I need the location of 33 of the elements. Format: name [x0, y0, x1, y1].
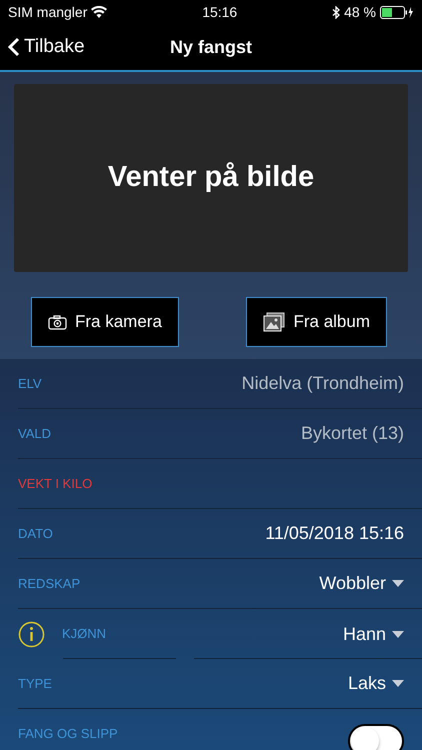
field-label: TYPE	[18, 674, 52, 693]
caret-icon	[392, 680, 404, 687]
clock-text: 15:16	[201, 2, 238, 22]
battery-text: 48 %	[344, 2, 376, 22]
field-value: Bykortet (13)	[300, 422, 404, 445]
photos-icon	[263, 312, 286, 332]
field-label: VALD	[18, 424, 51, 443]
dropdown-field[interactable]: Wobbler	[319, 570, 404, 597]
battery-icon	[380, 6, 414, 18]
field-label: KJØNN	[62, 625, 106, 644]
dropdown-field[interactable]: Hann	[342, 620, 404, 648]
placeholder-text: Venter på bilde	[108, 160, 314, 196]
toggle-switch[interactable]	[348, 724, 404, 750]
info-icon[interactable]	[18, 620, 45, 648]
field-label: REDSKAP	[18, 574, 80, 593]
back-button[interactable]: Tilbake	[0, 32, 85, 62]
bluetooth-icon	[332, 6, 340, 18]
field-value: Nidelva (Trondheim)	[242, 372, 404, 395]
carrier-text: SIM mangler	[8, 2, 88, 22]
camera-icon	[48, 314, 67, 330]
back-chevron-icon	[8, 37, 20, 57]
album-button[interactable]: Fra album	[246, 297, 387, 347]
wifi-icon	[91, 6, 108, 18]
field-value: 11/05/2018 15:16	[265, 522, 404, 545]
camera-button[interactable]: Fra kamera	[31, 297, 179, 347]
field-label: DATO	[18, 524, 53, 543]
field-label: FANG OG SLIPP	[18, 724, 118, 743]
screen-title: Ny fangst	[170, 36, 252, 56]
caret-icon	[392, 580, 404, 587]
dropdown-field[interactable]: Laks	[348, 670, 404, 697]
caret-icon	[392, 630, 404, 638]
field-label: ELV	[18, 374, 42, 393]
field-label: VEKT I KILO	[18, 474, 92, 493]
